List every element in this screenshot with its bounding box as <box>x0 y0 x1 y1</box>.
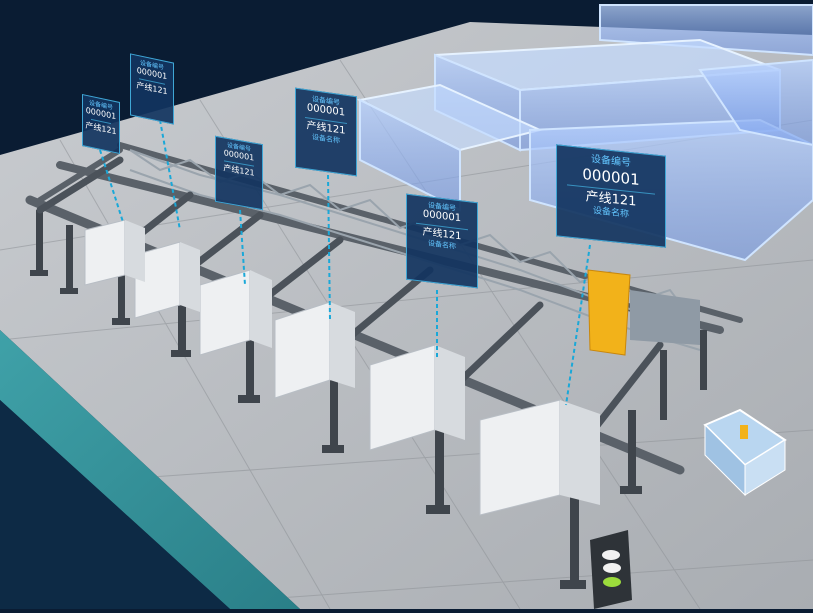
device-tag-6[interactable]: 设备编号 000001 产线121 设备名称 <box>556 144 666 248</box>
tag-line: 产线121 <box>85 120 117 137</box>
device-tag-4[interactable]: 设备编号 000001 产线121 设备名称 <box>295 87 357 177</box>
signal-light-icon <box>590 530 632 609</box>
factory-3d-viewport[interactable]: 设备编号 000001 产线121 设备编号 000001 产线121 设备编号… <box>0 0 813 610</box>
device-tag-5[interactable]: 设备编号 000001 产线121 设备名称 <box>406 193 478 289</box>
device-tag-2[interactable]: 设备编号 000001 产线121 <box>130 53 174 125</box>
tag-line: 产线121 <box>136 80 168 97</box>
device-tag-1[interactable]: 设备编号 000001 产线121 <box>82 93 120 155</box>
device-tag-3[interactable]: 设备编号 000001 产线121 <box>215 135 263 211</box>
